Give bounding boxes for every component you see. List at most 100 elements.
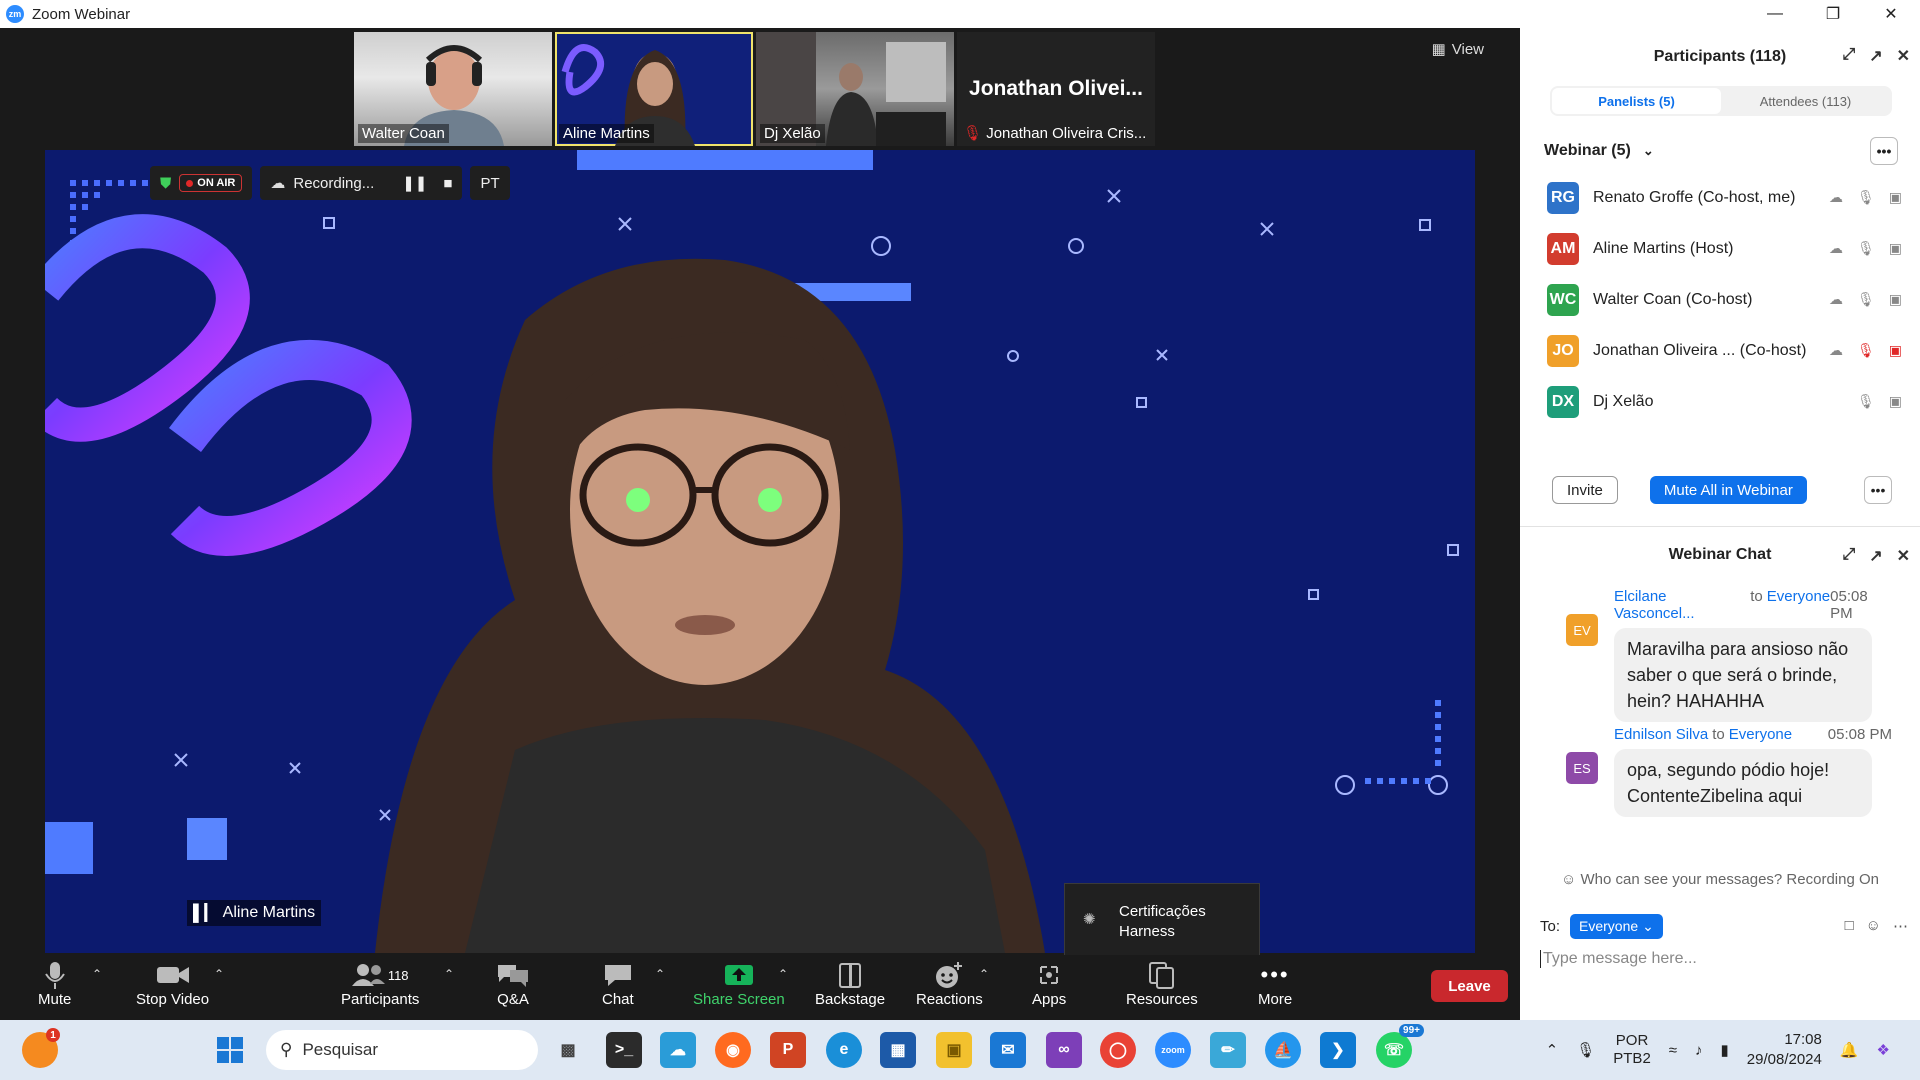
view-button-label: View <box>1451 40 1484 58</box>
restore-icon[interactable]: ❐ <box>1804 0 1862 28</box>
whatsapp-badge: 99+ <box>1399 1024 1424 1037</box>
resources-button[interactable]: Resources <box>1126 959 1198 1008</box>
thumbnail-aline[interactable]: Aline Martins <box>555 32 753 146</box>
title-bar: zm Zoom Webinar — ❐ ✕ <box>0 0 1920 28</box>
chat-message-input[interactable]: Type message here... <box>1540 950 1697 968</box>
participants-caret-icon[interactable]: ⌃ <box>444 967 454 981</box>
chat-header-icons: ⤢ ↗ ✕ <box>1842 546 1910 566</box>
reactions-button[interactable]: Reactions <box>916 959 983 1008</box>
wifi-icon[interactable]: ≈ <box>1669 1042 1677 1059</box>
file-icon[interactable]: □ <box>1845 917 1854 935</box>
person-icon: ☺ <box>1561 871 1577 888</box>
participant-row[interactable]: DX Dj Xelão 🎙 ▣ <box>1520 376 1920 427</box>
resources-tooltip[interactable]: ✺ Certificações Harness <box>1064 883 1260 961</box>
message-sender[interactable]: Elcilane Vasconcel... <box>1614 588 1746 622</box>
close-icon[interactable]: ✕ <box>1862 0 1920 28</box>
clock-time: 17:08 <box>1784 1031 1822 1048</box>
microphone-icon <box>44 959 66 991</box>
notification-app-icon[interactable]: 1 <box>22 1028 60 1068</box>
zoom-icon[interactable]: zoom <box>1155 1032 1191 1068</box>
message-meta: Elcilane Vasconcel... to Everyone 05:08 … <box>1546 588 1908 622</box>
participants-button[interactable]: 118 Participants <box>341 959 419 1008</box>
share-caret-icon[interactable]: ⌃ <box>778 967 788 981</box>
volume-icon[interactable]: ♪ <box>1695 1042 1703 1059</box>
participant-row[interactable]: AM Aline Martins (Host) ☁ 🎙 ▣ <box>1520 223 1920 274</box>
windows-taskbar: 1 ⚲ Pesquisar ▩ >_ ☁ ◉ P e ▦ ▣ ✉ ∞ ◯ zoo… <box>0 1020 1920 1080</box>
more-options-button[interactable]: ••• <box>1864 476 1892 504</box>
task-view-icon[interactable]: ▩ <box>550 1032 586 1068</box>
docker-icon[interactable]: ⛵ <box>1265 1032 1301 1068</box>
mail-icon[interactable]: ✉ <box>990 1032 1026 1068</box>
windows-start-icon[interactable] <box>212 1032 248 1068</box>
participants-count: 118 <box>387 967 409 983</box>
powerpoint-icon[interactable]: P <box>770 1032 806 1068</box>
participant-name: Renato Groffe (Co-host, me) <box>1593 188 1796 206</box>
participant-status-icons: ☁ 🎙 ▣ <box>1829 240 1902 257</box>
pop-out-icon[interactable]: ↗ <box>1869 46 1882 66</box>
minimize-icon[interactable]: — <box>1746 0 1804 28</box>
whatsapp-icon[interactable]: ☏ 99+ <box>1376 1024 1424 1068</box>
qa-button[interactable]: Q&A <box>496 959 530 1008</box>
chat-caret-icon[interactable]: ⌃ <box>655 967 665 981</box>
clock[interactable]: 17:08 29/08/2024 <box>1747 1030 1822 1070</box>
chat-button[interactable]: Chat <box>602 959 634 1008</box>
microphone-tray-icon[interactable]: 🎙 <box>1576 1041 1595 1059</box>
close-chat-icon[interactable]: ✕ <box>1897 546 1910 566</box>
stop-video-button[interactable]: Stop Video <box>136 959 209 1008</box>
leave-button[interactable]: Leave <box>1431 970 1508 1002</box>
video-caret-icon[interactable]: ⌃ <box>214 967 224 981</box>
participant-row[interactable]: RG Renato Groffe (Co-host, me) ☁ 🎙 ▣ <box>1520 172 1920 223</box>
group-more-button[interactable]: ••• <box>1870 137 1898 165</box>
share-screen-button[interactable]: Share Screen <box>693 959 785 1008</box>
tab-attendees[interactable]: Attendees (113) <box>1721 88 1890 114</box>
file-explorer-icon[interactable]: ▣ <box>936 1032 972 1068</box>
close-panel-icon[interactable]: ✕ <box>1897 46 1910 66</box>
backstage-button[interactable]: Backstage <box>815 959 885 1008</box>
terminal-icon[interactable]: >_ <box>606 1032 642 1068</box>
firefox-icon[interactable]: ◉ <box>715 1032 751 1068</box>
taskbar-search[interactable]: ⚲ Pesquisar <box>266 1030 538 1070</box>
tooltip-line-1: Certificações <box>1119 903 1206 920</box>
mute-button[interactable]: Mute <box>38 959 71 1008</box>
view-button[interactable]: ▦ View <box>1432 40 1484 59</box>
notification-bell-icon[interactable]: 🔔 <box>1840 1041 1859 1059</box>
participant-row[interactable]: JO Jonathan Oliveira ... (Co-host) ☁ 🎙 ▣ <box>1520 325 1920 376</box>
calculator-icon[interactable]: ▦ <box>880 1032 916 1068</box>
recipient-select[interactable]: Everyone ⌄ <box>1570 913 1663 939</box>
collapse-icon[interactable]: ⤢ <box>1842 546 1855 566</box>
battery-icon[interactable]: ▮ <box>1721 1041 1729 1059</box>
thumbnail-walter[interactable]: Walter Coan <box>354 32 552 146</box>
edge-icon[interactable]: e <box>826 1032 862 1068</box>
chevron-up-icon[interactable]: ⌃ <box>1546 1041 1559 1059</box>
mute-all-button[interactable]: Mute All in Webinar <box>1649 476 1807 504</box>
window-controls: — ❐ ✕ <box>1746 0 1920 28</box>
webinar-group-header[interactable]: Webinar (5) ⌄ ••• <box>1520 136 1920 166</box>
mute-caret-icon[interactable]: ⌃ <box>92 967 102 981</box>
collapse-icon[interactable]: ⤢ <box>1842 46 1855 66</box>
message-sender[interactable]: Ednilson Silva <box>1614 726 1708 743</box>
apps-button[interactable]: Apps <box>1032 959 1066 1008</box>
visual-studio-icon[interactable]: ∞ <box>1046 1032 1082 1068</box>
pop-out-icon[interactable]: ↗ <box>1869 546 1882 566</box>
language-interpretation[interactable]: PT <box>470 166 510 200</box>
stop-recording-icon[interactable]: ■ <box>443 175 452 192</box>
chat-privacy-notice[interactable]: ☺ Who can see your messages? Recording O… <box>1520 871 1920 888</box>
invite-button[interactable]: Invite <box>1552 476 1618 504</box>
language-label: PT <box>480 174 500 192</box>
weather-app-icon[interactable]: ☁ <box>660 1032 696 1068</box>
more-dots-icon[interactable]: ⋯ <box>1893 917 1908 935</box>
reactions-caret-icon[interactable]: ⌃ <box>979 967 989 981</box>
participant-row[interactable]: WC Walter Coan (Co-host) ☁ 🎙 ▣ <box>1520 274 1920 325</box>
pause-recording-icon[interactable]: ❚❚ <box>402 174 427 192</box>
thumbnail-djxelao[interactable]: Dj Xelão <box>756 32 954 146</box>
copilot-icon[interactable]: ❖ <box>1877 1041 1890 1059</box>
vscode-icon[interactable]: ❯ <box>1320 1032 1356 1068</box>
tab-panelists[interactable]: Panelists (5) <box>1552 88 1721 114</box>
thumbnail-jonathan[interactable]: Jonathan Olivei... 🎙 Jonathan Oliveira C… <box>957 32 1155 146</box>
chrome-icon[interactable]: ◯ <box>1100 1032 1136 1068</box>
language-indicator[interactable]: POR PTB2 <box>1613 1032 1651 1068</box>
more-button[interactable]: ••• More <box>1258 959 1292 1008</box>
emoji-icon[interactable]: ☺ <box>1866 917 1881 935</box>
message-text: Maravilha para ansioso não saber o que s… <box>1614 628 1872 722</box>
paint-icon[interactable]: ✏ <box>1210 1032 1246 1068</box>
